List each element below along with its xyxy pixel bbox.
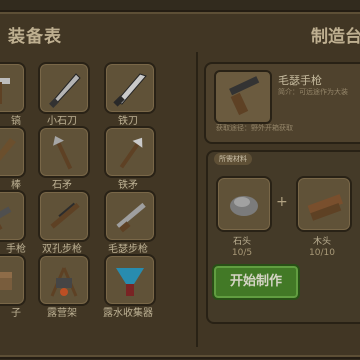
item-label-camp-stand: 露营架 [47,308,77,319]
panel-divider [196,52,198,347]
stone-icon [230,196,258,216]
item-label-stone-knife: 小石刀 [47,116,77,127]
material-tile-stone [216,176,272,232]
stone-spear-icon [53,135,73,170]
selected-item-icon-frame [214,70,272,124]
item-tile-camp-stand[interactable] [38,254,90,306]
club-icon [0,138,16,161]
plus-sign: + [276,194,288,210]
material-count-wood: 10/10 [309,248,335,258]
wood-icon [307,194,343,221]
item-label-iron-knife: 铁刀 [118,116,138,127]
item-label-dew-collector: 露水收集器 [103,308,153,319]
item-tile-box[interactable] [0,254,26,306]
material-name-stone: 石头 [232,237,251,247]
item-label-iron-spear: 铁矛 [118,180,138,191]
item-tile-stone-knife[interactable] [38,62,90,114]
selected-item-title: 毛瑟手枪 [278,74,322,87]
item-tile-club[interactable] [0,126,26,178]
start-crafting-button[interactable]: 开始制作 [212,264,300,300]
item-tile-double-barrel-rifle[interactable] [38,190,90,242]
item-label-double-barrel-rifle: 双孔步枪 [42,244,82,255]
item-tile-dew-collector[interactable] [104,254,156,306]
item-tile-mauser-rifle[interactable] [104,190,156,242]
dew-collector-icon [116,268,144,296]
crafting-table-title: 制造台 [311,27,360,47]
iron-knife-icon [113,73,147,107]
camp-stand-icon [50,267,78,297]
selected-item-description: 简介：可远途作为大装 [278,88,348,96]
item-tile-pistol[interactable] [0,190,26,242]
game-screen: 装备表 制造台 镐 小石刀 铁刀 棒 石矛 铁矛 手枪 双孔步枪 毛瑟步枪 子 [0,0,360,360]
material-tile-wood [296,176,352,232]
mauser-pistol-icon [229,76,260,116]
item-label-stone-spear: 石矛 [52,180,72,191]
box-icon [0,272,12,290]
pistol-icon [0,206,12,232]
mauser-rifle-icon [116,202,146,233]
item-label-mauser-rifle: 毛瑟步枪 [108,244,148,255]
double-barrel-rifle-icon [50,202,80,229]
iron-spear-icon [119,137,143,169]
materials-tag: 所需材料 [214,153,252,165]
equipment-list-title: 装备表 [8,27,62,47]
material-name-wood: 木头 [312,237,331,247]
item-tile-iron-spear[interactable] [104,126,156,178]
selected-item-source: 获取途径：野外开箱获取 [216,124,293,132]
stone-knife-icon [49,73,81,108]
item-tile-stone-spear[interactable] [38,126,90,178]
material-count-stone: 10/5 [231,248,253,258]
item-tile-pickaxe[interactable] [0,62,26,114]
pickaxe-icon [0,78,10,104]
item-tile-iron-knife[interactable] [104,62,156,114]
